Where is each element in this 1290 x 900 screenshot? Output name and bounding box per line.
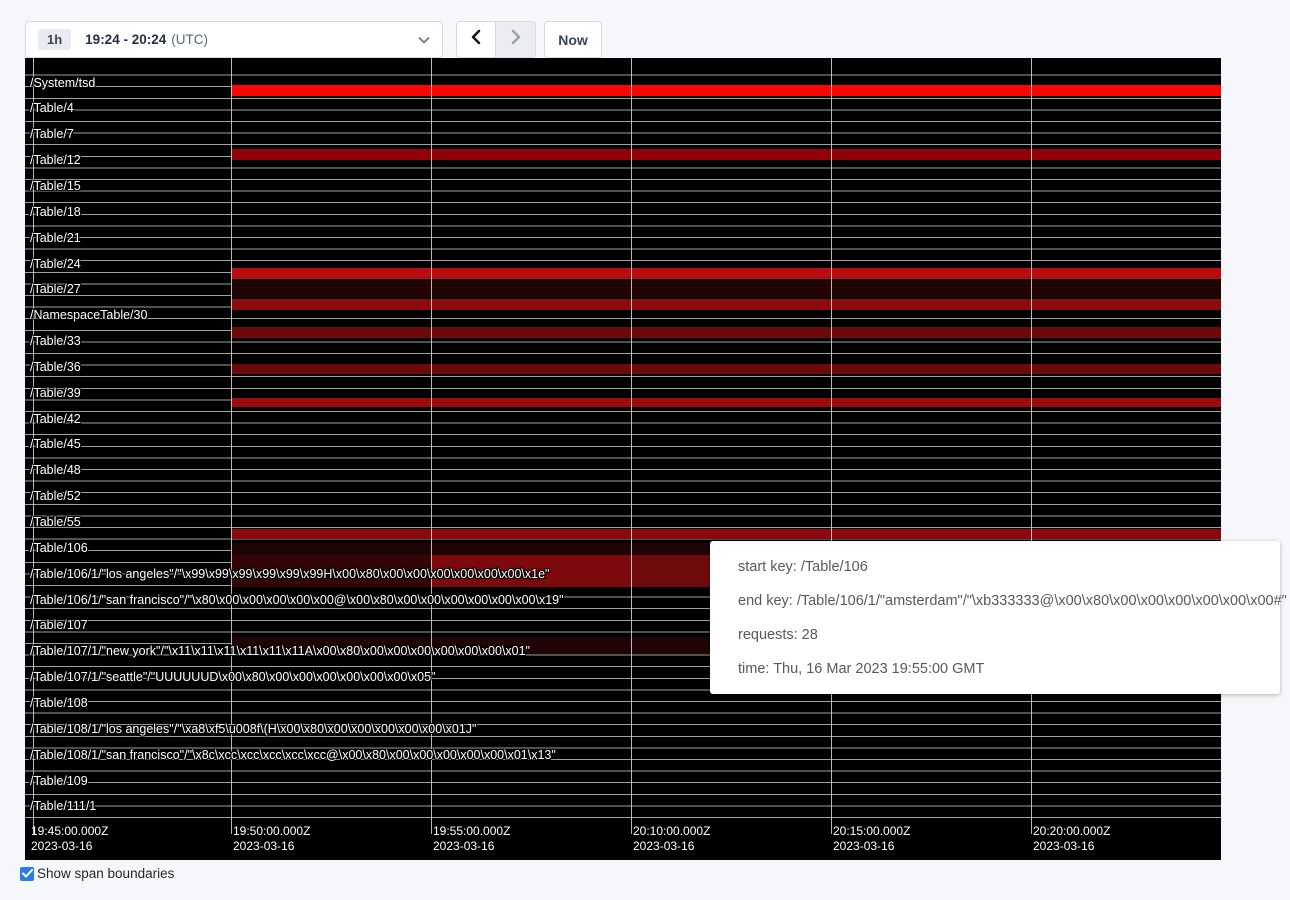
chevron-left-icon: [469, 29, 483, 50]
axis-time: 19:45:00.000Z: [31, 824, 108, 839]
row-label: /Table/106: [30, 542, 88, 555]
time-gridline: [831, 58, 832, 834]
row-label: /Table/108: [30, 697, 88, 710]
chevron-right-icon: [509, 29, 523, 50]
x-axis-label: 19:55:00.000Z2023-03-16: [433, 824, 510, 854]
hot-range-band: [231, 281, 1221, 297]
axis-date: 2023-03-16: [1033, 839, 1110, 854]
now-button[interactable]: Now: [544, 21, 602, 58]
check-icon: [22, 869, 33, 878]
prev-window-button[interactable]: [457, 22, 496, 57]
row-label: /Table/33: [30, 335, 81, 348]
hot-range-band: [231, 327, 1221, 338]
x-axis-label: 20:15:00.000Z2023-03-16: [833, 824, 910, 854]
row-label: /Table/111/1: [30, 800, 96, 813]
time-gridline: [1031, 58, 1032, 834]
hot-range-band: [231, 149, 1221, 160]
axis-time: 20:15:00.000Z: [833, 824, 910, 839]
time-nav-group: [456, 21, 536, 58]
row-label: /Table/106/1/"san francisco"/"\x80\x00\x…: [30, 594, 564, 607]
row-label: /Table/52: [30, 490, 81, 503]
hot-range-band: [231, 268, 1221, 279]
time-gridline: [631, 58, 632, 834]
axis-date: 2023-03-16: [833, 839, 910, 854]
next-window-button[interactable]: [496, 22, 535, 57]
row-label: /System/tsd: [30, 77, 95, 90]
hot-range-band: [231, 529, 1221, 539]
row-label: /Table/109: [30, 775, 88, 788]
row-label: /Table/7: [30, 128, 74, 141]
show-span-boundaries-checkbox[interactable]: [20, 867, 34, 881]
hot-range-band: [231, 85, 1221, 96]
tooltip-line: time: Thu, 16 Mar 2023 19:55:00 GMT: [738, 652, 1280, 686]
row-label: /Table/4: [30, 102, 74, 115]
duration-badge: 1h: [38, 29, 71, 50]
row-label: /Table/108/1/"san francisco"/"\x8c\xcc\x…: [30, 749, 556, 762]
hot-range-band: [231, 398, 1221, 407]
row-label: /Table/12: [30, 154, 81, 167]
row-label: /Table/21: [30, 232, 81, 245]
axis-date: 2023-03-16: [433, 839, 510, 854]
row-label: /Table/18: [30, 206, 81, 219]
time-range-text: 19:24 - 20:24: [85, 32, 166, 47]
axis-date: 2023-03-16: [31, 839, 108, 854]
toolbar: 1h 19:24 - 20:24 (UTC) Now: [0, 0, 1290, 58]
span-tooltip: start key: /Table/106end key: /Table/106…: [710, 541, 1280, 694]
row-label: /Table/42: [30, 413, 81, 426]
show-span-boundaries-label: Show span boundaries: [37, 866, 174, 881]
axis-date: 2023-03-16: [233, 839, 310, 854]
hot-range-band: [231, 364, 1221, 374]
row-label: /Table/107: [30, 619, 88, 632]
row-label: /Table/24: [30, 258, 81, 271]
row-label: /Table/39: [30, 387, 81, 400]
tooltip-line: end key: /Table/106/1/"amsterdam"/"\xb33…: [738, 584, 1280, 618]
x-axis-label: 20:20:00.000Z2023-03-16: [1033, 824, 1110, 854]
time-gridline: [231, 58, 232, 834]
x-axis-label: 19:45:00.000Z2023-03-16: [31, 824, 108, 854]
timezone-text: (UTC): [171, 32, 208, 47]
tooltip-line: start key: /Table/106: [738, 550, 1280, 584]
key-visualizer-heatmap[interactable]: /System/tsd/Table/4/Table/7/Table/12/Tab…: [25, 58, 1221, 860]
row-label: /Table/15: [30, 180, 81, 193]
axis-date: 2023-03-16: [633, 839, 710, 854]
chevron-down-icon: [418, 36, 430, 44]
show-span-boundaries-row: Show span boundaries: [20, 866, 174, 881]
row-label: /Table/107/1/"seattle"/"UUUUUUD\x00\x80\…: [30, 671, 435, 684]
row-label: /Table/106/1/"los angeles"/"\x99\x99\x99…: [30, 568, 549, 581]
x-axis-label: 20:10:00.000Z2023-03-16: [633, 824, 710, 854]
time-range-selector[interactable]: 1h 19:24 - 20:24 (UTC): [25, 21, 443, 58]
row-label: /Table/108/1/"los angeles"/"\xa8\xf5\u00…: [30, 723, 477, 736]
axis-time: 20:10:00.000Z: [633, 824, 710, 839]
span-boundary-lines: [25, 64, 1221, 821]
row-label: /Table/107/1/"new york"/"\x11\x11\x11\x1…: [30, 645, 530, 658]
hot-range-band: [231, 299, 1221, 310]
row-label: /Table/36: [30, 361, 81, 374]
row-label: /NamespaceTable/30: [30, 309, 147, 322]
row-label: /Table/48: [30, 464, 81, 477]
tooltip-line: requests: 28: [738, 618, 1280, 652]
row-label: /Table/27: [30, 283, 81, 296]
x-axis-label: 19:50:00.000Z2023-03-16: [233, 824, 310, 854]
axis-time: 20:20:00.000Z: [1033, 824, 1110, 839]
now-button-label: Now: [558, 32, 588, 48]
row-label: /Table/55: [30, 516, 81, 529]
axis-time: 19:50:00.000Z: [233, 824, 310, 839]
row-label: /Table/45: [30, 438, 81, 451]
axis-time: 19:55:00.000Z: [433, 824, 510, 839]
time-gridline: [431, 58, 432, 834]
